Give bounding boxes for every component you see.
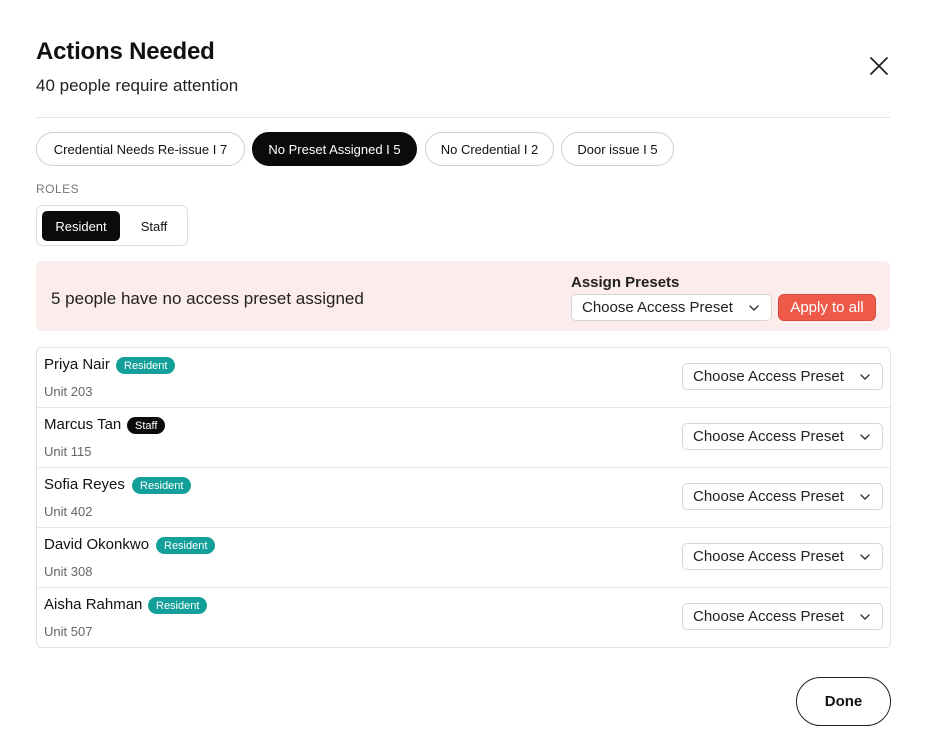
- role-resident-button[interactable]: Resident: [42, 211, 120, 241]
- select-value: Choose Access Preset: [693, 368, 844, 385]
- person-name: Marcus Tan: [44, 416, 122, 433]
- list-item: David Okonkwo Resident Unit 308 Choose A…: [37, 528, 890, 588]
- actions-needed-modal: Actions Needed 40 people require attenti…: [0, 0, 928, 756]
- person-unit: Unit 507: [44, 624, 93, 639]
- list-item: Aisha Rahman Resident Unit 507 Choose Ac…: [37, 588, 890, 648]
- header-divider: [36, 117, 890, 118]
- person-unit: Unit 115: [44, 444, 92, 459]
- banner-preset-select[interactable]: Choose Access Preset: [571, 294, 772, 321]
- tab-label: No Preset Assigned I 5: [268, 141, 401, 157]
- tab-door-issue[interactable]: Door issue I 5: [561, 132, 674, 166]
- preset-select[interactable]: Choose Access Preset: [682, 543, 883, 570]
- role-badge: Resident: [148, 597, 208, 614]
- role-badge: Resident: [116, 357, 176, 374]
- preset-select[interactable]: Choose Access Preset: [682, 363, 883, 390]
- person-name: Aisha Rahman: [44, 596, 143, 613]
- preset-select[interactable]: Choose Access Preset: [682, 603, 883, 630]
- tab-no-credential[interactable]: No Credential I 2: [425, 132, 554, 166]
- tab-label: Credential Needs Re-issue I 7: [53, 141, 228, 157]
- select-value: Choose Access Preset: [693, 488, 844, 505]
- people-list: Priya Nair Resident Unit 203 Choose Acce…: [36, 347, 891, 648]
- preset-select[interactable]: Choose Access Preset: [682, 483, 883, 510]
- modal-title: Actions Needed: [36, 38, 215, 65]
- banner-message: 5 people have no access preset assigned: [51, 289, 364, 308]
- modal-subtitle: 40 people require attention: [36, 76, 239, 95]
- select-value: Choose Access Preset: [582, 299, 733, 316]
- role-badge: Resident: [132, 477, 192, 494]
- apply-to-all-button[interactable]: Apply to all: [778, 294, 876, 321]
- chevron-down-icon: [860, 372, 870, 382]
- preset-select[interactable]: Choose Access Preset: [682, 423, 883, 450]
- chevron-down-icon: [860, 432, 870, 442]
- person-unit: Unit 308: [44, 564, 93, 579]
- person-name: Priya Nair: [44, 356, 110, 373]
- tab-label: Door issue I 5: [577, 141, 658, 157]
- chevron-down-icon: [860, 612, 870, 622]
- list-item: Priya Nair Resident Unit 203 Choose Acce…: [37, 348, 890, 408]
- tab-label: No Credential I 2: [440, 141, 539, 157]
- chevron-down-icon: [860, 552, 870, 562]
- person-unit: Unit 203: [44, 384, 93, 399]
- list-item: Marcus Tan Staff Unit 115 Choose Access …: [37, 408, 890, 468]
- role-badge: Staff: [127, 417, 166, 434]
- role-staff-button[interactable]: Staff: [123, 211, 185, 241]
- assign-presets-label: Assign Presets: [571, 274, 680, 291]
- select-value: Choose Access Preset: [693, 608, 844, 625]
- close-button[interactable]: [866, 53, 892, 79]
- select-value: Choose Access Preset: [693, 428, 844, 445]
- role-switch: Resident Staff: [36, 205, 188, 246]
- close-icon: [870, 57, 888, 75]
- list-item: Sofia Reyes Resident Unit 402 Choose Acc…: [37, 468, 890, 528]
- no-preset-banner: 5 people have no access preset assigned …: [36, 261, 890, 331]
- select-value: Choose Access Preset: [693, 548, 844, 565]
- roles-label: ROLES: [36, 182, 80, 196]
- person-name: Sofia Reyes: [44, 476, 125, 493]
- tab-no-preset-assigned[interactable]: No Preset Assigned I 5: [252, 132, 417, 166]
- chevron-down-icon: [749, 303, 759, 313]
- person-name: David Okonkwo: [44, 536, 150, 553]
- person-unit: Unit 402: [44, 504, 93, 519]
- role-badge: Resident: [156, 537, 216, 554]
- done-button[interactable]: Done: [796, 677, 891, 726]
- tab-credential-reissue[interactable]: Credential Needs Re-issue I 7: [36, 132, 245, 166]
- chevron-down-icon: [860, 492, 870, 502]
